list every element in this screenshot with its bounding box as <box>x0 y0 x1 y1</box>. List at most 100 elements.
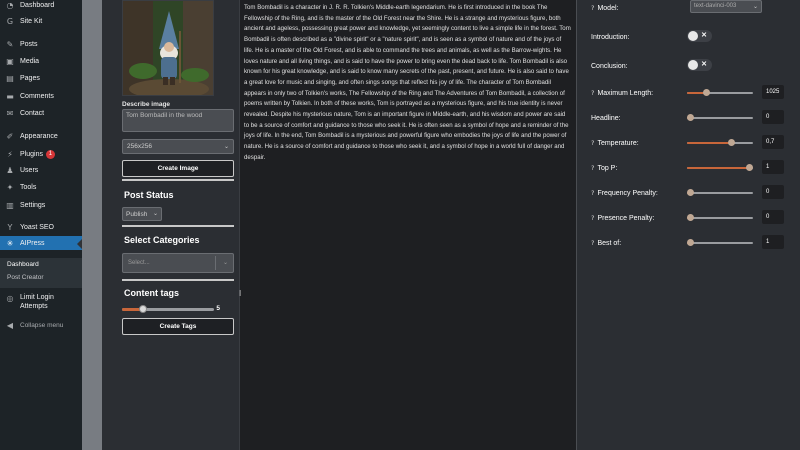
model-value: text-davinci-003 <box>694 3 737 9</box>
sidebar-item-aipress[interactable]: ✳ AIPress <box>0 236 82 250</box>
top-p-slider[interactable] <box>687 164 753 172</box>
pin-icon: ✎ <box>6 39 14 49</box>
generated-image <box>122 0 214 96</box>
maximum-length-slider[interactable] <box>687 89 753 97</box>
brush-icon: ✐ <box>6 131 14 141</box>
chevron-down-icon: ⌄ <box>223 144 229 150</box>
mail-icon: ✉ <box>6 108 14 118</box>
maximum-length-value[interactable]: 1025 <box>762 85 784 99</box>
categories-select[interactable]: Select... ⌄ <box>122 253 234 273</box>
frequency-penalty-slider[interactable] <box>687 189 753 197</box>
tags-count-slider[interactable]: 5 <box>122 304 234 314</box>
describe-image-label: Describe image <box>122 101 171 108</box>
chevron-down-icon: ⌄ <box>752 4 758 10</box>
temperature-slider[interactable] <box>687 139 753 147</box>
content-tags-title: Content tags <box>124 288 179 298</box>
image-size-select[interactable]: 256x256 ⌄ <box>122 139 234 154</box>
select-divider <box>215 256 216 270</box>
sidebar-item-plugins[interactable]: ⚡ Plugins 1 <box>0 147 82 161</box>
sidebar-item-users[interactable]: ♟ Users <box>0 163 82 177</box>
post-status-title: Post Status <box>124 190 174 200</box>
create-tags-button[interactable]: Create Tags <box>122 318 234 335</box>
slider-track <box>687 242 753 244</box>
sidebar-item-dashboard[interactable]: ◔ Dashboard <box>0 0 82 12</box>
slider-thumb[interactable] <box>687 114 694 121</box>
conclusion-toggle[interactable]: ✕ <box>687 59 712 71</box>
slider-track <box>687 217 753 219</box>
plug-icon: ⚡ <box>7 149 13 159</box>
create-image-button[interactable]: Create Image <box>122 160 234 177</box>
best-of-slider[interactable] <box>687 239 753 247</box>
help-icon: ? <box>591 164 595 172</box>
sidebar-item-settings[interactable]: ▥ Settings <box>0 198 82 212</box>
close-icon: ✕ <box>701 61 707 68</box>
sidebar-item-tools[interactable]: ✦ Tools <box>0 180 82 194</box>
sidebar-item-site-kit[interactable]: G Site Kit <box>0 14 82 28</box>
slider-thumb[interactable] <box>728 139 736 146</box>
aipress-submenu: Dashboard Post Creator <box>0 258 82 288</box>
headline-value[interactable]: 0 <box>762 110 784 124</box>
collapse-icon: ◀ <box>6 320 14 330</box>
slider-thumb[interactable] <box>746 164 753 171</box>
headline-slider[interactable] <box>687 114 753 122</box>
generated-content-area[interactable]: Tom Bombadil is a character in J. R. R. … <box>239 0 577 450</box>
image-size-value: 256x256 <box>127 143 152 150</box>
slider-track <box>687 192 753 194</box>
plugins-update-badge: 1 <box>45 149 55 159</box>
yoast-icon: Y <box>7 222 13 232</box>
presence-penalty-slider[interactable] <box>687 214 753 222</box>
media-icon: ▣ <box>6 56 14 66</box>
top-p-value[interactable]: 1 <box>762 160 784 174</box>
wrench-icon: ✦ <box>6 182 14 192</box>
slider-thumb[interactable] <box>687 214 694 221</box>
user-icon: ♟ <box>6 165 14 175</box>
text-cursor: I <box>239 289 242 298</box>
describe-image-input[interactable]: Tom Bombadil in the wood <box>122 109 234 132</box>
temperature-value[interactable]: 0,7 <box>762 135 784 149</box>
frequency-penalty-value[interactable]: 0 <box>762 185 784 199</box>
sidebar-item-appearance[interactable]: ✐ Appearance <box>0 129 82 143</box>
gauge-icon: ◔ <box>6 0 14 10</box>
wp-admin-sidebar: ◔ Dashboard G Site Kit ✎ Posts ▣ Media ▤ Page… <box>0 0 82 450</box>
comment-icon: ▬ <box>6 91 14 101</box>
page-icon: ▤ <box>6 73 14 83</box>
generated-text: Tom Bombadil is a character in J. R. R. … <box>244 4 571 161</box>
help-icon: ? <box>591 139 595 147</box>
help-icon: ? <box>591 89 595 97</box>
best-of-value[interactable]: 1 <box>762 235 784 249</box>
submenu-item-dashboard[interactable]: Dashboard <box>0 258 82 271</box>
sidebar-item-posts[interactable]: ✎ Posts <box>0 37 82 51</box>
settings-icon: ▥ <box>6 200 14 210</box>
collapse-menu-button[interactable]: ◀ Collapse menu <box>0 318 82 332</box>
help-icon: ? <box>591 189 595 197</box>
submenu-item-post-creator[interactable]: Post Creator <box>0 271 82 284</box>
toggle-knob <box>688 31 698 41</box>
tags-count-value: 5 <box>216 305 220 312</box>
select-categories-title: Select Categories <box>124 235 200 245</box>
sidebar-item-contact[interactable]: ✉ Contact <box>0 106 82 120</box>
help-icon: ? <box>591 214 595 222</box>
slider-track <box>687 117 753 119</box>
slider-thumb[interactable] <box>687 189 694 196</box>
sidebar-item-yoast-seo[interactable]: Y Yoast SEO <box>0 220 82 234</box>
chevron-down-icon: ⌄ <box>222 260 228 266</box>
post-status-value: Publish <box>126 211 148 218</box>
post-status-select[interactable]: Publish ⌄ <box>122 207 162 221</box>
sidebar-item-limit-login[interactable]: ◎ Limit Login Attempts <box>0 293 82 313</box>
gnome-image-svg <box>123 1 213 95</box>
slider-fill <box>687 167 750 169</box>
presence-penalty-value[interactable]: 0 <box>762 210 784 224</box>
g-icon: G <box>6 16 14 26</box>
sidebar-item-comments[interactable]: ▬ Comments <box>0 89 82 103</box>
sidebar-item-media[interactable]: ▣ Media <box>0 54 82 68</box>
toggle-knob <box>688 60 698 70</box>
sidebar-item-pages[interactable]: ▤ Pages <box>0 71 82 85</box>
model-select[interactable]: text-davinci-003 ⌄ <box>690 0 762 13</box>
fingerprint-icon: ◎ <box>6 293 14 303</box>
chevron-down-icon: ⌄ <box>152 211 158 217</box>
slider-fill <box>687 142 732 144</box>
slider-thumb[interactable] <box>138 305 147 313</box>
slider-thumb[interactable] <box>687 239 694 246</box>
introduction-toggle[interactable]: ✕ <box>687 30 712 42</box>
slider-thumb[interactable] <box>702 89 710 96</box>
